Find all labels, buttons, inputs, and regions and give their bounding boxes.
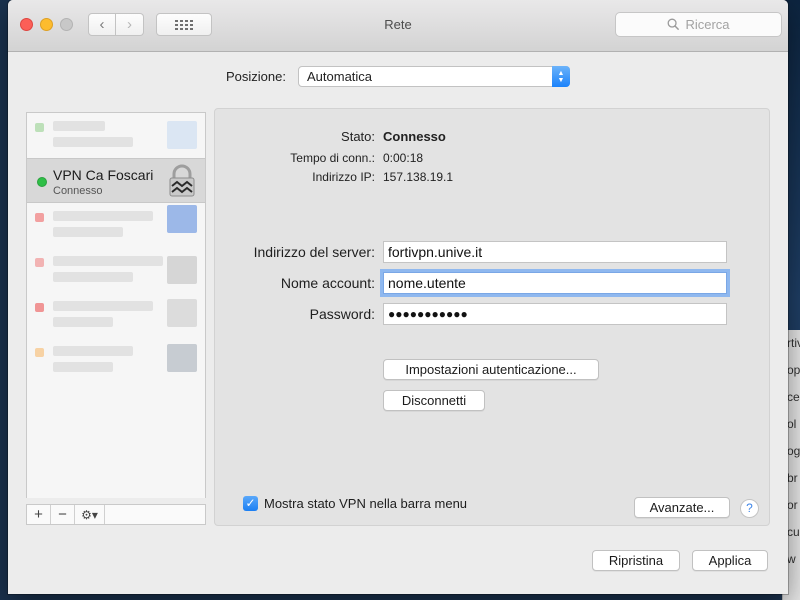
- service-icon: [167, 256, 197, 284]
- password-value: ●●●●●●●●●●●: [388, 307, 468, 321]
- show-vpn-status-label: Mostra stato VPN nella barra menu: [264, 496, 468, 511]
- search-placeholder: Ricerca: [685, 17, 730, 32]
- plus-icon: +: [34, 506, 43, 523]
- service-list-toolbar: + − ⚙▾: [26, 504, 206, 525]
- service-item-vpn-ca-foscari[interactable]: VPN Ca Foscari Connesso: [27, 158, 205, 203]
- blurred-text: [53, 272, 133, 282]
- service-item-blurred[interactable]: [27, 203, 205, 248]
- vpn-lock-icon: [169, 164, 195, 197]
- advanced-button[interactable]: Avanzate...: [634, 497, 730, 518]
- server-address-label: Indirizzo del server:: [253, 244, 375, 260]
- updown-chevron-icon: ▲ ▼: [552, 66, 570, 87]
- service-icon: [167, 344, 197, 372]
- server-address-value: fortivpn.unive.it: [388, 244, 483, 260]
- show-vpn-status-checkbox[interactable]: ✓: [243, 496, 258, 511]
- status-dot: [35, 348, 44, 357]
- search-field[interactable]: Ricerca: [615, 12, 782, 37]
- status-dot-connected: [37, 177, 47, 187]
- status-dot: [35, 213, 44, 222]
- connect-time-label: Tempo di conn.:: [290, 151, 375, 165]
- server-address-field[interactable]: fortivpn.unive.it: [383, 241, 727, 263]
- status-dot: [35, 258, 44, 267]
- remove-service-button[interactable]: −: [51, 505, 75, 524]
- service-list: VPN Ca Foscari Connesso: [26, 112, 206, 498]
- blurred-text: [53, 121, 105, 131]
- account-name-label: Nome account:: [280, 275, 375, 291]
- service-icon: [167, 299, 197, 327]
- network-preferences-window: ‹ › Rete Ricerca Posizione: Automatica ▲…: [8, 0, 788, 594]
- connect-time-value: 0:00:18: [383, 151, 424, 165]
- status-dot: [35, 303, 44, 312]
- blurred-text: [53, 256, 163, 266]
- blurred-text: [53, 362, 113, 372]
- location-label: Posizione:: [226, 69, 286, 84]
- service-item-blurred[interactable]: [27, 248, 205, 293]
- blurred-text: [53, 211, 153, 221]
- blurred-text: [53, 301, 153, 311]
- service-icon: [167, 121, 197, 149]
- service-item-blurred[interactable]: [27, 338, 205, 383]
- apply-button[interactable]: Applica: [692, 550, 768, 571]
- revert-button[interactable]: Ripristina: [592, 550, 680, 571]
- status-dot: [35, 123, 44, 132]
- status-value: Connesso: [383, 129, 446, 144]
- status-label: Stato:: [341, 129, 375, 144]
- service-item-blurred[interactable]: [27, 113, 205, 158]
- search-icon: [668, 18, 680, 31]
- service-icon: [167, 205, 197, 233]
- help-button[interactable]: ?: [740, 499, 759, 518]
- service-name: VPN Ca Foscari: [53, 167, 154, 183]
- password-label: Password:: [309, 306, 375, 322]
- authentication-settings-button[interactable]: Impostazioni autenticazione...: [383, 359, 599, 380]
- blurred-text: [53, 317, 113, 327]
- ip-address-value: 157.138.19.1: [383, 170, 454, 184]
- account-name-value: nome.utente: [388, 275, 466, 291]
- blurred-text: [53, 346, 133, 356]
- action-menu-button[interactable]: ⚙▾: [75, 505, 105, 524]
- vpn-details-panel: Stato: Connesso Tempo di conn.: 0:00:18 …: [214, 108, 770, 526]
- titlebar: ‹ › Rete Ricerca: [8, 0, 788, 52]
- service-status: Connesso: [53, 185, 103, 197]
- account-name-field[interactable]: nome.utente: [383, 272, 727, 294]
- password-field[interactable]: ●●●●●●●●●●●: [383, 303, 727, 325]
- blurred-text: [53, 137, 133, 147]
- disconnect-button[interactable]: Disconnetti: [383, 390, 485, 411]
- ip-address-label: Indirizzo IP:: [312, 170, 375, 184]
- add-service-button[interactable]: +: [27, 505, 51, 524]
- gear-icon: ⚙▾: [81, 507, 98, 522]
- minus-icon: −: [58, 506, 67, 523]
- location-select[interactable]: Automatica ▲ ▼: [298, 66, 570, 87]
- blurred-text: [53, 227, 123, 237]
- checkmark-icon: ✓: [245, 496, 256, 510]
- service-item-blurred[interactable]: [27, 293, 205, 338]
- location-value: Automatica: [307, 69, 373, 84]
